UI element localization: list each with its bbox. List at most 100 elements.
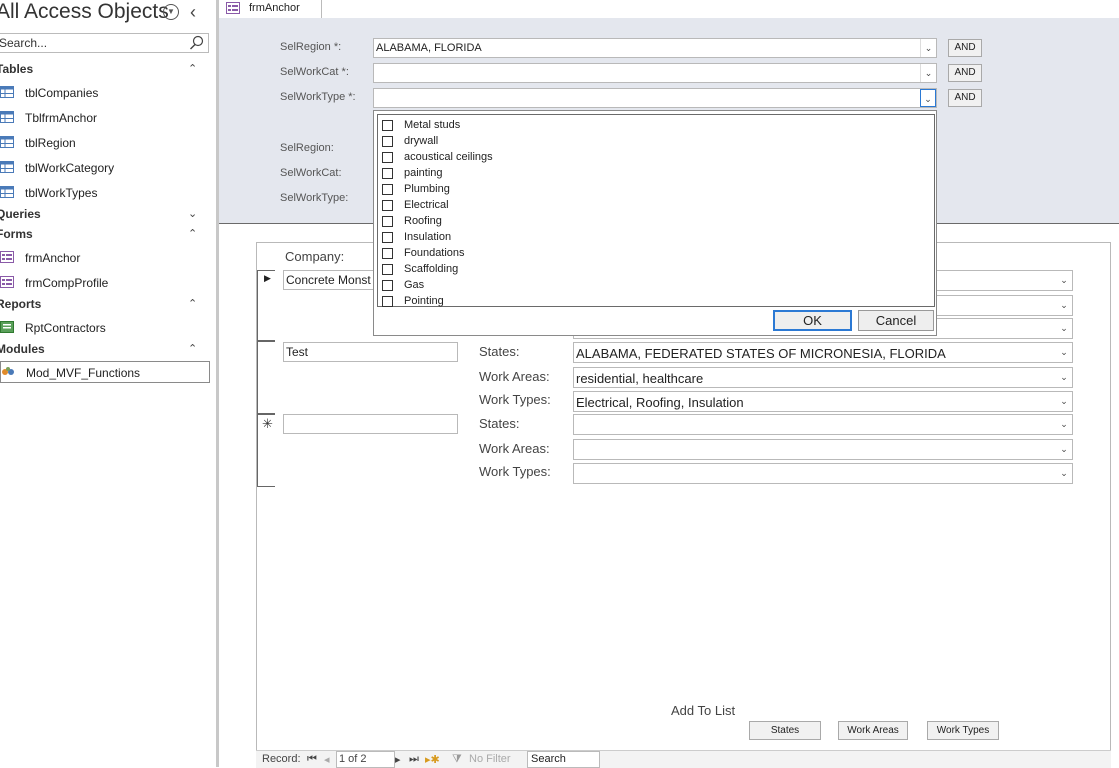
work-areas-value: residential, healthcare: [576, 371, 704, 386]
and-button-region[interactable]: AND: [948, 39, 982, 57]
cancel-button[interactable]: Cancel: [858, 310, 934, 331]
list-item[interactable]: Electrical: [382, 198, 882, 214]
first-record-icon[interactable]: ⏮: [307, 753, 317, 766]
and-button-worktype[interactable]: AND: [948, 89, 982, 107]
nav-search-input[interactable]: Search...: [0, 33, 209, 53]
option-label: Pointing: [404, 295, 444, 307]
chevron-up-icon[interactable]: ⌃: [188, 297, 197, 310]
list-item[interactable]: Insulation: [382, 230, 882, 246]
record-selector[interactable]: [257, 341, 275, 414]
and-button-workcat[interactable]: AND: [948, 64, 982, 82]
record-selector[interactable]: ▶: [257, 270, 275, 341]
list-item[interactable]: painting: [382, 166, 882, 182]
record-selector[interactable]: ✳: [257, 414, 275, 487]
nav-group-queries[interactable]: Queries: [0, 207, 41, 221]
checkbox[interactable]: [382, 184, 393, 195]
nav-menu-dropdown-icon[interactable]: ▼: [163, 4, 179, 20]
chevron-down-icon[interactable]: ⌄: [1056, 319, 1072, 338]
list-item[interactable]: drywall: [382, 134, 882, 150]
checkbox[interactable]: [382, 248, 393, 259]
filter-icon[interactable]: ⧩: [452, 753, 462, 766]
sel-region-combo[interactable]: ALABAMA, FLORIDA ⌄: [373, 38, 937, 58]
checkbox[interactable]: [382, 264, 393, 275]
add-states-button[interactable]: States: [749, 721, 821, 740]
checkbox[interactable]: [382, 200, 393, 211]
chevron-down-icon[interactable]: ⌄: [920, 39, 936, 57]
ok-button[interactable]: OK: [773, 310, 852, 331]
next-record-icon[interactable]: ▸: [395, 753, 401, 766]
list-item[interactable]: Metal studs: [382, 118, 882, 134]
nav-item-table[interactable]: tblWorkTypes: [0, 182, 210, 204]
work-types-combo[interactable]: Electrical, Roofing, Insulation ⌄: [573, 391, 1073, 412]
nav-pane-title[interactable]: All Access Objects: [0, 0, 169, 24]
chevron-down-icon[interactable]: ⌄: [1056, 368, 1072, 387]
chevron-down-icon[interactable]: ⌄: [920, 64, 936, 82]
add-work-types-button[interactable]: Work Types: [927, 721, 999, 740]
last-record-icon[interactable]: ⏭: [409, 753, 419, 766]
option-label: painting: [404, 167, 443, 179]
list-item[interactable]: acoustical ceilings: [382, 150, 882, 166]
nav-item-label: tblCompanies: [25, 86, 99, 100]
work-areas-combo[interactable]: ⌄: [573, 439, 1073, 460]
nav-group-forms[interactable]: Forms: [0, 227, 33, 241]
nav-item-table[interactable]: tblRegion: [0, 132, 210, 154]
checkbox[interactable]: [382, 120, 393, 131]
checkbox[interactable]: [382, 152, 393, 163]
list-item[interactable]: Scaffolding: [382, 262, 882, 278]
chevron-down-icon[interactable]: ⌄: [920, 89, 936, 107]
checkbox[interactable]: [382, 296, 393, 307]
chevron-down-icon[interactable]: ⌄: [1056, 343, 1072, 362]
chevron-down-icon[interactable]: ⌄: [188, 207, 197, 220]
checkbox[interactable]: [382, 168, 393, 179]
current-record-arrow-icon: ▶: [264, 273, 271, 283]
list-item[interactable]: Pointing: [382, 294, 882, 310]
chevron-down-icon[interactable]: ⌄: [1056, 271, 1072, 290]
checkbox[interactable]: [382, 232, 393, 243]
current-record-field[interactable]: 1 of 2: [336, 751, 395, 768]
sel-worktype-combo[interactable]: ⌄: [373, 88, 937, 108]
record-search-input[interactable]: Search: [527, 751, 600, 768]
nav-group-reports[interactable]: Reports: [0, 297, 41, 311]
search-icon[interactable]: [189, 35, 205, 51]
checkbox[interactable]: [382, 216, 393, 227]
checkbox[interactable]: [382, 136, 393, 147]
previous-record-icon[interactable]: ◂: [324, 753, 330, 766]
work-types-combo[interactable]: ⌄: [573, 463, 1073, 484]
nav-item-module[interactable]: Mod_MVF_Functions: [0, 361, 210, 383]
chevron-down-icon[interactable]: ⌄: [1056, 464, 1072, 483]
states-combo[interactable]: ALABAMA, FEDERATED STATES OF MICRONESIA,…: [573, 342, 1073, 363]
chevron-down-icon[interactable]: ⌄: [1056, 392, 1072, 411]
new-record-icon[interactable]: ▸✱: [425, 753, 440, 766]
option-label: Plumbing: [404, 183, 450, 195]
chevron-down-icon[interactable]: ⌄: [1056, 415, 1072, 434]
nav-item-form[interactable]: frmAnchor: [0, 247, 210, 269]
list-item[interactable]: Plumbing: [382, 182, 882, 198]
list-item[interactable]: Gas: [382, 278, 882, 294]
states-combo[interactable]: ⌄: [573, 414, 1073, 435]
nav-item-table[interactable]: tblWorkCategory: [0, 157, 210, 179]
work-areas-combo[interactable]: residential, healthcare ⌄: [573, 367, 1073, 388]
nav-group-modules[interactable]: Modules: [0, 342, 45, 356]
nav-item-table[interactable]: tblCompanies: [0, 82, 210, 104]
nav-collapse-icon[interactable]: ‹: [190, 2, 196, 23]
chevron-up-icon[interactable]: ⌃: [188, 342, 197, 355]
chevron-down-icon[interactable]: ⌄: [1056, 440, 1072, 459]
nav-item-table[interactable]: TblfrmAnchor: [0, 107, 210, 129]
chevron-up-icon[interactable]: ⌃: [188, 227, 197, 240]
list-item[interactable]: Foundations: [382, 246, 882, 262]
chevron-down-icon[interactable]: ⌄: [1056, 296, 1072, 315]
sel-workcat-combo[interactable]: ⌄: [373, 63, 937, 83]
list-item[interactable]: Roofing: [382, 214, 882, 230]
tab-frmanchor[interactable]: frmAnchor: [219, 0, 322, 18]
form-icon: [0, 251, 14, 263]
company-field[interactable]: Test: [283, 342, 458, 362]
nav-group-tables[interactable]: Tables: [0, 62, 33, 76]
nav-item-label: tblWorkTypes: [25, 186, 98, 200]
nav-item-form[interactable]: frmCompProfile: [0, 272, 210, 294]
chevron-up-icon[interactable]: ⌃: [188, 62, 197, 75]
checkbox[interactable]: [382, 280, 393, 291]
nav-item-report[interactable]: RptContractors: [0, 317, 210, 339]
no-filter-label[interactable]: No Filter: [469, 753, 511, 765]
company-field[interactable]: [283, 414, 458, 434]
add-work-areas-button[interactable]: Work Areas: [838, 721, 908, 740]
